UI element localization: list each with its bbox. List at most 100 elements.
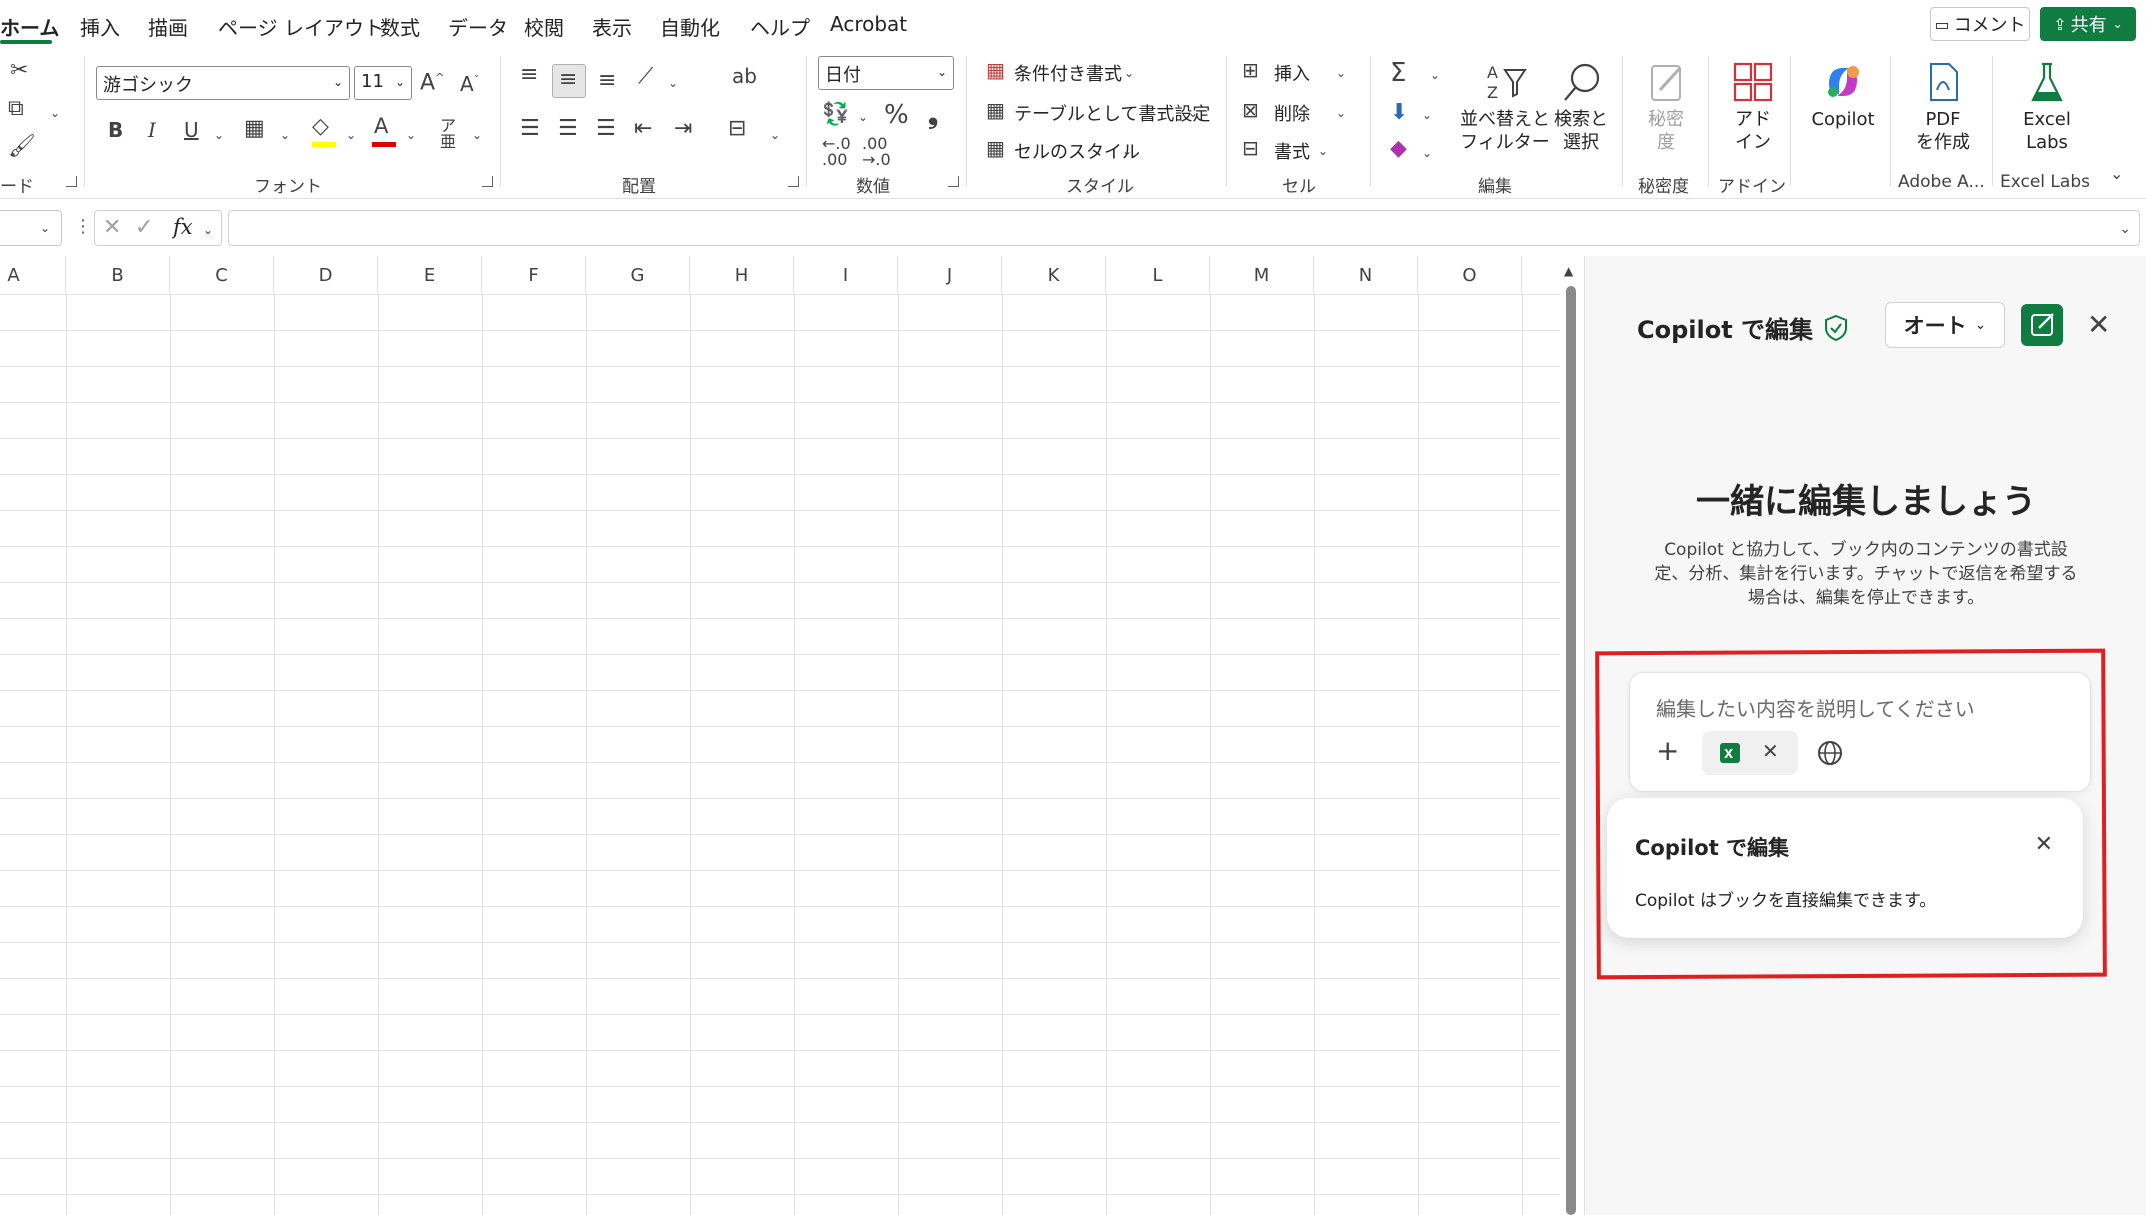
chevron-down-icon[interactable]: ⌄ [858,110,868,124]
font-color-icon[interactable]: A [374,116,388,137]
conditional-format-icon[interactable]: ▦ [986,60,1005,80]
chevron-down-icon[interactable]: ⌄ [1422,146,1432,160]
insert-cells-icon[interactable]: ⊞ [1242,60,1259,80]
bold-icon[interactable]: B [108,120,123,140]
align-center-icon[interactable]: ☰ [558,118,578,140]
chevron-down-icon[interactable]: ⌄ [472,128,482,142]
dialog-launcher-icon[interactable] [948,176,959,187]
format-painter-icon[interactable]: 🖌 [8,136,36,158]
column-header[interactable]: O [1418,256,1522,294]
fill-color-icon[interactable]: ◇ [312,116,329,138]
tab-acrobat[interactable]: Acrobat [830,12,907,36]
chevron-down-icon[interactable]: ⌄ [1430,68,1440,82]
new-edit-button[interactable] [2021,304,2063,346]
close-pane-icon[interactable]: ✕ [2087,308,2110,341]
fill-icon[interactable]: ⬇ [1390,102,1408,124]
column-header[interactable]: I [794,256,898,294]
format-table-icon[interactable]: ▦ [986,100,1005,120]
phonetic-icon[interactable]: ア亜 [440,118,456,150]
chevron-down-icon[interactable]: ⌄ [214,128,224,142]
autosum-icon[interactable]: Σ [1390,60,1406,86]
format-as-table-button[interactable]: テーブルとして書式設定 [1014,100,1210,126]
ribbon-collapse-icon[interactable]: ⌄ [2110,166,2123,182]
wrap-text-icon[interactable]: ab [732,66,757,86]
column-header[interactable]: K [1002,256,1106,294]
comment-button[interactable]: ▭ コメント [1930,7,2030,41]
font-size-select[interactable]: 11 ⌄ [354,66,412,100]
orientation-icon[interactable]: ⟋ [638,66,653,88]
scrollbar-thumb[interactable] [1566,286,1576,1215]
chevron-down-icon[interactable]: ⌄ [668,76,678,90]
cell-gridlines[interactable] [0,294,1560,1215]
tab-draw[interactable]: 描画 [148,12,188,41]
column-header[interactable]: E [378,256,482,294]
column-header[interactable]: C [170,256,274,294]
align-left-icon[interactable]: ☰ [520,118,540,140]
decrease-font-icon[interactable]: Aˇ [460,74,479,94]
chevron-down-icon[interactable]: ⌄ [1422,108,1432,122]
copy-icon[interactable]: ⧉ [8,98,24,120]
increase-decimal-icon[interactable]: ←.0.00 [822,136,851,168]
align-bottom-icon[interactable]: ≡ [598,70,616,92]
font-name-select[interactable]: 游ゴシック ⌄ [96,66,350,100]
chevron-down-icon[interactable]: ⌄ [50,106,60,120]
tab-insert[interactable]: 挿入 [80,12,120,41]
column-header[interactable]: N [1314,256,1418,294]
cell-style-icon[interactable]: ▦ [986,138,1005,158]
column-header[interactable]: G [586,256,690,294]
scroll-up-icon[interactable]: ▲ [1564,264,1573,278]
tab-view[interactable]: 表示 [592,12,632,41]
format-cells-icon[interactable]: ⊟ [1242,138,1259,158]
tab-home[interactable]: ホーム [0,12,59,41]
tab-review[interactable]: 校閲 [524,12,564,41]
share-button[interactable]: ⇪ 共有 ⌄ [2040,7,2136,41]
chevron-down-icon[interactable]: ⌄ [770,128,780,142]
cancel-icon[interactable]: ✕ [103,215,121,240]
excel-labs-button[interactable]: Excel Labs [2004,60,2090,154]
column-header[interactable]: F [482,256,586,294]
cut-icon[interactable]: ✂ [10,60,28,82]
increase-indent-icon[interactable]: ⇥ [674,118,692,140]
column-header[interactable]: L [1106,256,1210,294]
chevron-down-icon[interactable]: ⌄ [280,128,290,142]
insert-cells-button[interactable]: 挿入 [1274,60,1310,86]
tab-automate[interactable]: 自動化 [660,12,720,41]
align-middle-button[interactable]: ≡ [552,64,586,98]
mode-select[interactable]: オート ⌄ [1885,302,2005,348]
increase-font-icon[interactable]: A^ [420,72,444,94]
delete-cells-button[interactable]: 削除 [1274,100,1310,126]
merge-center-icon[interactable]: ⊟ [728,118,746,140]
tab-formulas[interactable]: 数式 [380,12,420,41]
format-cells-button[interactable]: 書式 [1274,138,1310,164]
chevron-down-icon[interactable]: ⌄ [1124,66,1134,80]
currency-icon[interactable]: 💱 [822,104,849,126]
conditional-format-button[interactable]: 条件付き書式 [1014,60,1122,86]
formula-input[interactable]: ⌄ [228,210,2140,246]
chevron-down-icon[interactable]: ⌄ [406,128,416,142]
addins-button[interactable]: アド イン [1718,60,1788,154]
tab-help[interactable]: ヘルプ [750,12,810,41]
chevron-down-icon[interactable]: ⌄ [1336,106,1346,120]
percent-icon[interactable]: % [884,102,909,128]
italic-icon[interactable]: I [148,120,156,140]
dialog-launcher-icon[interactable] [66,176,77,187]
column-header[interactable]: D [274,256,378,294]
name-box[interactable]: ⌄ [0,210,62,246]
chevron-down-icon[interactable]: ⌄ [1336,66,1346,80]
chevron-down-icon[interactable]: ⌄ [1122,144,1132,158]
underline-icon[interactable]: U [184,120,199,140]
worksheet-grid[interactable]: A B C D E F G H I J K L M N O [0,256,1560,1215]
column-header[interactable]: J [898,256,1002,294]
align-right-icon[interactable]: ☰ [596,118,616,140]
column-header[interactable]: B [66,256,170,294]
tab-data[interactable]: データ [448,12,508,41]
insert-function-button[interactable]: fx [173,215,193,239]
clear-icon[interactable]: ◆ [1390,138,1407,160]
number-format-select[interactable]: 日付 ⌄ [818,56,954,90]
dialog-launcher-icon[interactable] [482,176,493,187]
column-header[interactable]: H [690,256,794,294]
align-top-icon[interactable]: ≡ [520,64,538,86]
copilot-ribbon-button[interactable]: Copilot [1800,60,1886,131]
more-options-icon[interactable]: ⋮ [74,216,92,237]
chevron-down-icon[interactable]: ⌄ [203,223,213,237]
